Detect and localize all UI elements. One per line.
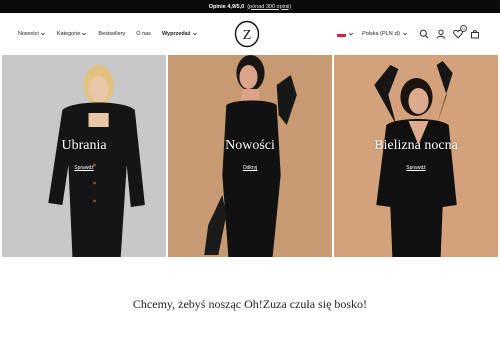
chevron-down-icon bbox=[40, 32, 45, 36]
reviews-link[interactable]: (ponad 300 opinii) bbox=[247, 4, 291, 10]
panel-title: Ubrania bbox=[61, 138, 107, 153]
nav-item-label: Nowości bbox=[18, 31, 39, 37]
brand-tagline: Chcemy, żebyś nosząc Oh!Zuza czuła się b… bbox=[132, 297, 368, 311]
country-label: Polska (PLN zł) bbox=[362, 31, 400, 37]
nav-item-bestsellery[interactable]: Bestsellery bbox=[98, 31, 125, 37]
header-actions: Polska (PLN zł) 0 bbox=[329, 13, 480, 55]
announcement-bar: Opinie 4,9/5,0 (ponad 300 opinii) bbox=[0, 0, 500, 13]
panel-title: Nowości bbox=[225, 138, 275, 153]
category-panel-bielizna-nocna[interactable]: Bielizna nocna Sprawdź bbox=[334, 55, 498, 257]
panel-cta-link[interactable]: Sprawdź bbox=[334, 165, 498, 171]
wishlist-button[interactable]: 0 bbox=[453, 25, 467, 39]
panel-title: Bielizna nocna bbox=[374, 138, 458, 153]
logo-letter: Z bbox=[243, 28, 252, 43]
country-selector[interactable]: Polska (PLN zł) bbox=[337, 31, 408, 37]
nav-item-nowosci[interactable]: Nowości bbox=[18, 31, 46, 37]
category-panels: Ubrania Sprawdź Nowości Odkryj Bielizna … bbox=[2, 55, 498, 257]
model-photo-ubrania bbox=[2, 55, 166, 257]
brand-logo[interactable]: Z bbox=[234, 20, 260, 48]
wishlist-count-badge: 0 bbox=[460, 25, 467, 32]
chevron-down-icon bbox=[349, 32, 354, 36]
rating-text: Opinie 4,9/5,0 bbox=[208, 3, 245, 10]
nav-item-label: O nas bbox=[136, 31, 151, 37]
cart-icon[interactable] bbox=[470, 29, 480, 39]
chevron-down-icon bbox=[192, 32, 197, 36]
poland-flag-icon bbox=[337, 31, 347, 37]
model-photo-bielizna-nocna bbox=[334, 55, 498, 257]
user-icon[interactable] bbox=[436, 29, 446, 39]
nav-item-label: Bestsellery bbox=[98, 31, 126, 37]
panel-cta-link[interactable]: Odkryj bbox=[168, 165, 332, 171]
model-photo-nowosci bbox=[168, 55, 332, 257]
chevron-down-icon bbox=[82, 32, 87, 36]
main-nav: Nowości Kategorie Bestsellery O nas Wypr… bbox=[18, 13, 198, 55]
nav-item-label: Kategorie bbox=[56, 31, 81, 37]
category-panel-nowosci[interactable]: Nowości Odkryj bbox=[168, 55, 332, 257]
panel-cta-link[interactable]: Sprawdź bbox=[2, 165, 166, 171]
category-panel-ubrania[interactable]: Ubrania Sprawdź bbox=[2, 55, 166, 257]
nav-item-wyprzedaz[interactable]: Wyprzedaż bbox=[162, 31, 198, 37]
site-header: Nowości Kategorie Bestsellery O nas Wypr… bbox=[0, 13, 500, 55]
search-icon[interactable] bbox=[419, 29, 429, 39]
nav-item-kategorie[interactable]: Kategorie bbox=[57, 31, 88, 37]
chevron-down-icon bbox=[402, 32, 408, 36]
nav-item-label: Wyprzedaż bbox=[161, 31, 191, 37]
nav-item-o-nas[interactable]: O nas bbox=[136, 31, 151, 37]
